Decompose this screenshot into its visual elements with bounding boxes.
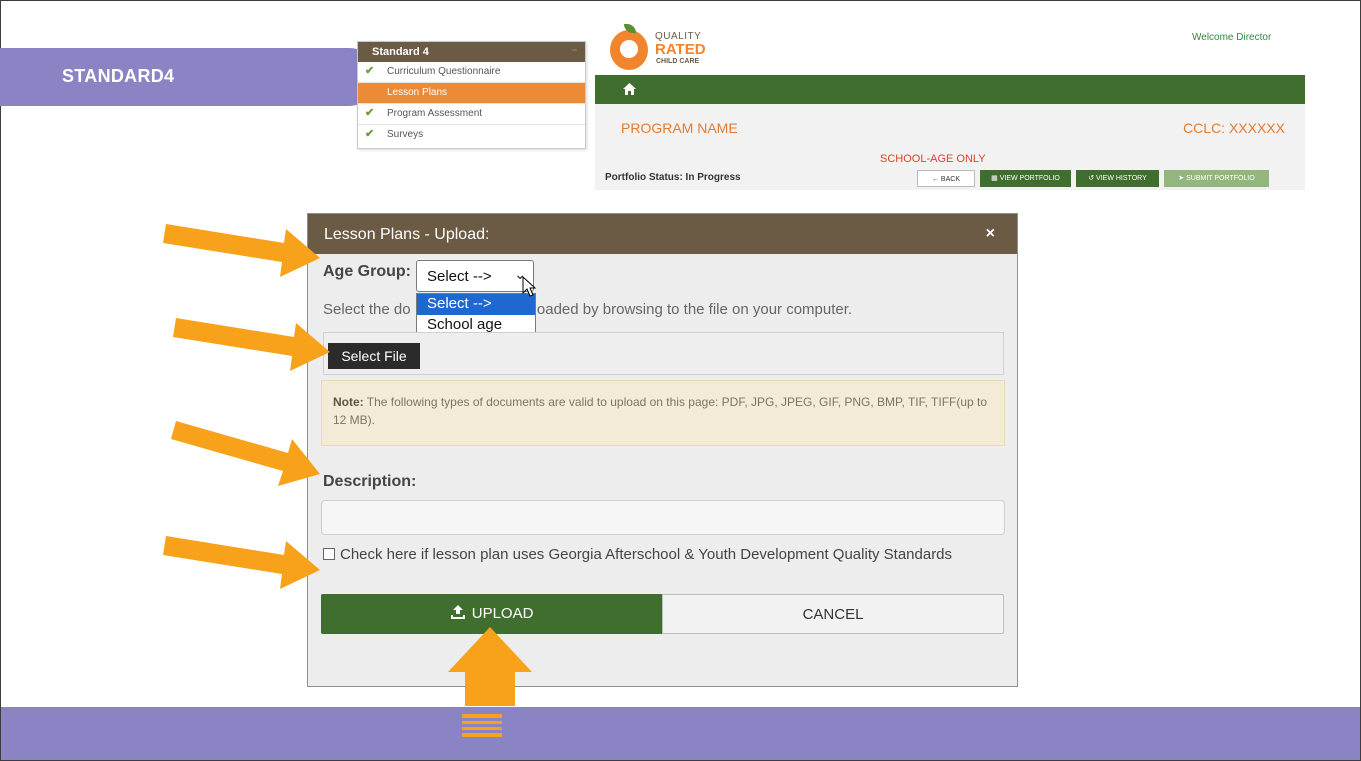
logo-line2: RATED xyxy=(655,41,706,58)
age-group-label: Age Group: xyxy=(323,263,411,280)
menu-item-surveys[interactable]: ✔ Surveys xyxy=(358,125,585,146)
select-file-button[interactable]: Select File xyxy=(328,343,420,369)
collapse-icon[interactable]: − xyxy=(572,45,577,55)
menu-item-label: Lesson Plans xyxy=(387,87,448,98)
modal-header: Lesson Plans - Upload: × xyxy=(308,214,1017,254)
program-panel: PROGRAM NAME CCLC: XXXXXX SCHOOL-AGE ONL… xyxy=(595,104,1305,190)
file-upload-area: Select File xyxy=(323,332,1004,375)
view-history-button[interactable]: ↺ VIEW HISTORY xyxy=(1076,170,1159,187)
menu-item-curriculum[interactable]: ✔ Curriculum Questionnaire xyxy=(358,62,585,83)
modal-title: Lesson Plans - Upload: xyxy=(324,226,490,243)
view-portfolio-button[interactable]: ▦ VIEW PORTFOLIO xyxy=(980,170,1071,187)
upload-button[interactable]: UPLOAD xyxy=(321,594,663,634)
menu-item-label: Curriculum Questionnaire xyxy=(387,66,501,77)
option-select[interactable]: Select --> xyxy=(417,294,535,315)
standard-menu-title: Standard 4 xyxy=(372,46,429,58)
arrow-description xyxy=(171,421,320,486)
close-icon[interactable]: × xyxy=(986,225,995,243)
check-icon: ✔ xyxy=(365,65,375,77)
logo-line3: CHILD CARE xyxy=(656,58,700,65)
check-icon: ✔ xyxy=(365,107,375,119)
view-portfolio-label: VIEW PORTFOLIO xyxy=(999,175,1060,182)
arrow-checkbox xyxy=(163,536,320,589)
description-input[interactable] xyxy=(321,500,1005,535)
instruction-left: Select the do xyxy=(323,301,411,318)
arrow-age-group xyxy=(163,224,320,277)
submit-portfolio-label: SUBMIT PORTFOLIO xyxy=(1186,175,1255,182)
standard-menu: Standard 4 − ✔ Curriculum Questionnaire … xyxy=(357,41,586,149)
standard-tab: STANDARD4 xyxy=(0,48,378,106)
back-button[interactable]: ← BACK xyxy=(917,170,975,187)
standard-tab-label: STANDARD4 xyxy=(62,66,175,86)
file-types-note: Note: The following types of documents a… xyxy=(321,380,1005,446)
standard-menu-header[interactable]: Standard 4 − xyxy=(358,42,585,62)
check-icon: ✔ xyxy=(365,128,375,140)
menu-item-label: Program Assessment xyxy=(387,108,483,119)
upload-icon xyxy=(450,605,465,619)
nav-bar xyxy=(595,75,1305,104)
menu-item-lesson-plans[interactable]: Lesson Plans xyxy=(358,83,585,104)
portfolio-status: Portfolio Status: In Progress xyxy=(605,172,741,183)
home-icon[interactable] xyxy=(623,83,636,95)
standards-checkbox-label: Check here if lesson plan uses Georgia A… xyxy=(340,546,953,563)
instruction-text: Select the do loaded by browsing to the f… xyxy=(323,301,852,318)
cancel-button[interactable]: CANCEL xyxy=(662,594,1004,634)
quality-rated-logo: QUALITY RATED CHILD CARE xyxy=(610,24,710,77)
menu-item-label: Surveys xyxy=(387,129,424,140)
standards-checkbox-row: Check here if lesson plan uses Georgia A… xyxy=(323,544,1003,565)
standards-checkbox[interactable] xyxy=(323,548,335,560)
welcome-text: Welcome Director xyxy=(1192,32,1272,43)
view-history-label: VIEW HISTORY xyxy=(1096,175,1147,182)
upload-modal: Lesson Plans - Upload: × Age Group: Sele… xyxy=(307,213,1018,687)
age-note: SCHOOL-AGE ONLY xyxy=(880,153,986,165)
description-label: Description: xyxy=(323,473,417,490)
age-group-dropdown: Select --> School age xyxy=(416,293,536,337)
age-group-select[interactable]: Select --> ⌄ xyxy=(416,260,534,292)
mouse-cursor-icon xyxy=(522,276,537,297)
submit-portfolio-button[interactable]: ➤ SUBMIT PORTFOLIO xyxy=(1164,170,1269,187)
age-group-value: Select --> xyxy=(427,268,492,285)
cclc-id: CCLC: XXXXXX xyxy=(1183,120,1285,136)
note-label: Note: xyxy=(333,395,364,409)
logo-mark xyxy=(610,30,648,70)
instruction-right: loaded by browsing to the file on your c… xyxy=(533,301,853,318)
program-name: PROGRAM NAME xyxy=(621,120,738,136)
menu-item-program-assessment[interactable]: ✔ Program Assessment xyxy=(358,104,585,125)
upload-label: UPLOAD xyxy=(471,605,534,622)
note-text: The following types of documents are val… xyxy=(333,395,988,427)
bottom-bar xyxy=(1,707,1360,760)
